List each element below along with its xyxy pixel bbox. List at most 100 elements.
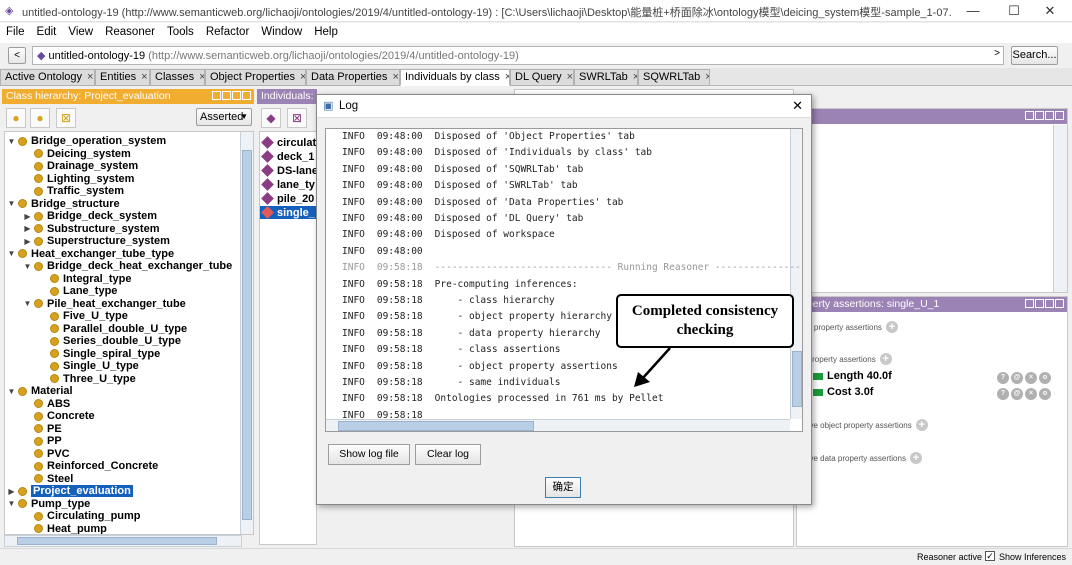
- class-tree-item[interactable]: PP: [23, 435, 62, 448]
- help-icon[interactable]: ?: [997, 388, 1009, 400]
- expand-down-icon[interactable]: ▼: [7, 249, 16, 258]
- add-icon[interactable]: +: [885, 321, 898, 333]
- expand-down-icon[interactable]: ▼: [7, 499, 16, 508]
- class-tree-item[interactable]: Heat_pump: [23, 523, 107, 534]
- expand-right-icon[interactable]: ▶: [23, 224, 32, 233]
- maximize-button[interactable]: ☐: [999, 2, 1029, 20]
- clear-log-button[interactable]: Clear log: [415, 444, 481, 465]
- class-tree-item[interactable]: Drainage_system: [23, 160, 138, 173]
- description-scrollbar[interactable]: [1053, 125, 1067, 292]
- individual-item[interactable]: circulat: [260, 136, 316, 149]
- log-hscrollbar[interactable]: [326, 419, 790, 431]
- log-text-area[interactable]: INFO 09:48:00 Disposed of 'Object Properti…: [325, 128, 803, 432]
- class-tree-item[interactable]: ▼ Pile_heat_exchanger_tube: [23, 298, 186, 311]
- add-icon[interactable]: +: [915, 419, 928, 431]
- ok-button[interactable]: 确定: [545, 477, 581, 498]
- class-tree-item[interactable]: ▶ Project_evaluation: [7, 485, 133, 498]
- data-property-row[interactable]: Length 40.0f ? @ × o: [813, 370, 1065, 384]
- class-tree-item[interactable]: Deicing_system: [23, 148, 131, 161]
- class-tree-item[interactable]: ▶ Substructure_system: [23, 223, 159, 236]
- class-tree-item[interactable]: Circulating_pump: [23, 510, 141, 523]
- close-window-button[interactable]: ✕: [1035, 2, 1065, 20]
- class-tree-hscrollbar[interactable]: [4, 535, 242, 547]
- scroll-thumb[interactable]: [792, 351, 802, 407]
- class-tree-item[interactable]: Steel: [23, 473, 73, 486]
- class-tree-item[interactable]: Single_U_type: [39, 360, 139, 373]
- class-tree-item[interactable]: Series_double_U_type: [39, 335, 181, 348]
- expand-down-icon[interactable]: ▼: [7, 387, 16, 396]
- add-sibling-class-icon[interactable]: ●: [30, 108, 50, 128]
- search-button[interactable]: Search...: [1011, 46, 1058, 65]
- class-tree-item[interactable]: Integral_type: [39, 273, 131, 286]
- edit-icon[interactable]: o: [1039, 372, 1051, 384]
- individual-item[interactable]: DS-lane: [260, 164, 316, 177]
- expand-down-icon[interactable]: ▼: [7, 137, 16, 146]
- expand-down-icon[interactable]: ▼: [7, 199, 16, 208]
- class-tree-item[interactable]: Three_U_type: [39, 373, 136, 386]
- tab-object-properties[interactable]: Object Properties ×: [205, 69, 306, 86]
- menu-help[interactable]: Help: [308, 23, 344, 41]
- expand-right-icon[interactable]: ▶: [7, 487, 16, 496]
- tab-sqwrltab[interactable]: SQWRLTab ×: [638, 69, 710, 86]
- edit-icon[interactable]: o: [1039, 388, 1051, 400]
- log-vscrollbar[interactable]: [790, 129, 802, 419]
- back-button[interactable]: <: [8, 47, 26, 64]
- tab-active-ontology[interactable]: Active Ontology ×: [0, 69, 95, 86]
- help-icon[interactable]: ?: [997, 372, 1009, 384]
- add-icon[interactable]: +: [879, 353, 892, 365]
- annotate-icon[interactable]: @: [1011, 372, 1023, 384]
- expand-down-icon[interactable]: ▼: [23, 262, 32, 271]
- class-tree-item[interactable]: PE: [23, 423, 62, 436]
- delete-icon[interactable]: ×: [1025, 372, 1037, 384]
- menu-tools[interactable]: Tools: [161, 23, 200, 41]
- tab-close-icon[interactable]: ×: [87, 71, 93, 83]
- class-tree-item[interactable]: ▼ Material: [7, 385, 73, 398]
- menu-edit[interactable]: Edit: [31, 23, 63, 41]
- tab-close-icon[interactable]: ×: [705, 71, 709, 83]
- tab-close-icon[interactable]: ×: [141, 71, 147, 83]
- hscroll-thumb[interactable]: [17, 537, 217, 545]
- delete-individual-icon[interactable]: ⊠: [287, 108, 307, 128]
- add-subclass-icon[interactable]: ●: [6, 108, 26, 128]
- hscroll-thumb[interactable]: [338, 421, 534, 431]
- class-tree-item[interactable]: ▼ Pump_type: [7, 498, 91, 511]
- individual-item[interactable]: deck_1: [260, 150, 316, 163]
- delete-icon[interactable]: ×: [1025, 388, 1037, 400]
- tab-entities[interactable]: Entities ×: [95, 69, 150, 86]
- panel-window-controls[interactable]: [1024, 299, 1064, 309]
- show-inferences-checkbox[interactable]: ✓: [985, 551, 995, 561]
- ontology-iri-field[interactable]: ◆ untitled-ontology-19 (http://www.seman…: [32, 46, 1004, 65]
- tab-classes[interactable]: Classes ×: [150, 69, 205, 86]
- class-tree-item[interactable]: Single_spiral_type: [39, 348, 160, 361]
- delete-class-icon[interactable]: ⊠: [56, 108, 76, 128]
- individual-item[interactable]: single_: [260, 206, 316, 219]
- expand-right-icon[interactable]: ▶: [23, 237, 32, 246]
- class-tree-item[interactable]: ▶ Superstructure_system: [23, 235, 169, 248]
- hierarchy-mode-select[interactable]: Asserted ▼: [196, 108, 252, 126]
- expand-down-icon[interactable]: ▼: [23, 299, 32, 308]
- tab-close-icon[interactable]: ×: [567, 71, 573, 83]
- data-property-row[interactable]: Cost 3.0f ? @ × o: [813, 386, 1065, 400]
- class-tree-item[interactable]: ▼ Bridge_structure: [7, 198, 120, 211]
- minimize-button[interactable]: —: [958, 2, 988, 20]
- forward-button[interactable]: >: [994, 48, 1000, 59]
- class-tree-item[interactable]: ▶ Bridge_deck_system: [23, 210, 157, 223]
- tab-close-icon[interactable]: ×: [392, 71, 398, 83]
- class-tree-item[interactable]: ▼ Heat_exchanger_tube_type: [7, 248, 175, 261]
- close-dialog-button[interactable]: ✕: [792, 98, 803, 114]
- class-tree-item[interactable]: Lane_type: [39, 285, 117, 298]
- tab-individuals-by-class[interactable]: Individuals by class×: [400, 69, 510, 86]
- class-tree-item[interactable]: Lighting_system: [23, 173, 134, 186]
- individual-item[interactable]: pile_20: [260, 192, 316, 205]
- show-log-file-button[interactable]: Show log file: [328, 444, 410, 465]
- class-tree-item[interactable]: Five_U_type: [39, 310, 128, 323]
- tab-swrltab[interactable]: SWRLTab×: [574, 69, 638, 86]
- menu-file[interactable]: File: [0, 23, 31, 41]
- tab-dl-query[interactable]: DL Query ×: [510, 69, 574, 86]
- expand-right-icon[interactable]: ▶: [23, 212, 32, 221]
- class-tree-item[interactable]: Parallel_double_U_type: [39, 323, 187, 336]
- class-tree-item[interactable]: ▼ Bridge_deck_heat_exchanger_tube: [23, 260, 233, 273]
- class-tree-item[interactable]: ABS: [23, 398, 70, 411]
- class-tree-item[interactable]: PVC: [23, 448, 70, 461]
- add-individual-icon[interactable]: ◆: [261, 108, 281, 128]
